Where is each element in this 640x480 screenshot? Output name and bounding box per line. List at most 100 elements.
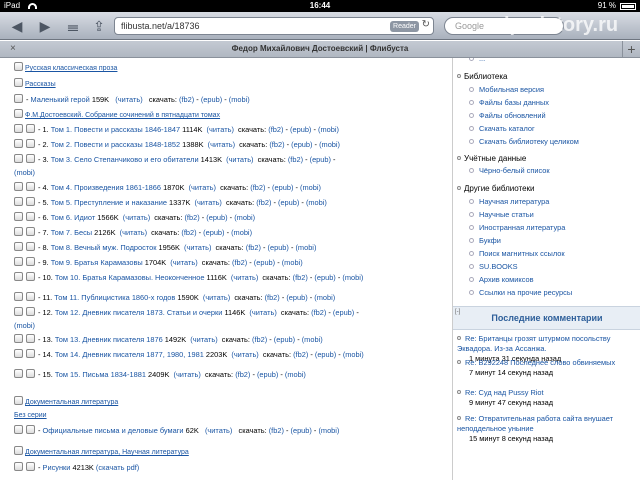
- epub-link[interactable]: (epub): [278, 198, 299, 207]
- read-link[interactable]: (читать): [189, 183, 216, 192]
- checkbox[interactable]: [14, 62, 23, 71]
- checkbox[interactable]: [26, 369, 35, 378]
- epub-link[interactable]: (epub): [257, 370, 278, 379]
- mobi-link[interactable]: (mobi): [314, 293, 335, 302]
- epub-link[interactable]: (epub): [203, 228, 224, 237]
- address-bar[interactable]: flibusta.net/a/18736 Reader ↻: [114, 17, 434, 35]
- checkbox[interactable]: [14, 462, 23, 471]
- book-title-link[interactable]: Маленький герой: [31, 95, 90, 104]
- checkbox[interactable]: [26, 197, 35, 206]
- fb2-link[interactable]: (fb2): [265, 293, 280, 302]
- checkbox[interactable]: [26, 227, 35, 236]
- read-link[interactable]: (читать): [195, 198, 222, 207]
- checkbox[interactable]: [14, 154, 23, 163]
- book-icon[interactable]: 𝍢: [62, 16, 84, 36]
- tab-title[interactable]: Федор Михайлович Достоевский | Флибуста: [0, 44, 640, 53]
- mobi-link[interactable]: (mobi): [282, 258, 303, 267]
- mobi-link[interactable]: (mobi): [234, 213, 255, 222]
- mobi-link[interactable]: (mobi): [229, 95, 250, 104]
- read-link[interactable]: (читать): [249, 308, 276, 317]
- read-link[interactable]: (читать): [184, 243, 211, 252]
- mobi-link[interactable]: (mobi): [300, 183, 321, 192]
- epub-link[interactable]: (epub): [333, 308, 354, 317]
- read-link[interactable]: (читать): [231, 273, 258, 282]
- checkbox[interactable]: [14, 227, 23, 236]
- comment-title-link[interactable]: Re: Британцы грозят штурмом посольству Э…: [457, 334, 639, 354]
- book-title-link[interactable]: Том 4. Произведения 1861-1866: [51, 183, 161, 192]
- sidebar-item[interactable]: Скачать библиотеку целиком: [469, 137, 579, 146]
- sidebar-item[interactable]: Научная литература: [469, 197, 549, 206]
- mobi-link[interactable]: (mobi): [231, 228, 252, 237]
- checkbox[interactable]: [14, 272, 23, 281]
- fb2-link[interactable]: (fb2): [269, 140, 284, 149]
- checkbox[interactable]: [14, 124, 23, 133]
- checkbox[interactable]: [14, 109, 23, 118]
- mobi-link[interactable]: (mobi): [318, 125, 339, 134]
- checkbox[interactable]: [26, 139, 35, 148]
- epub-link[interactable]: (epub): [201, 95, 222, 104]
- mobi-link[interactable]: (mobi): [343, 350, 364, 359]
- checkbox[interactable]: [14, 94, 23, 103]
- fb2-link[interactable]: (fb2): [268, 125, 283, 134]
- read-link[interactable]: (читать): [190, 335, 217, 344]
- forward-arrow-icon[interactable]: ▶: [34, 16, 56, 36]
- epub-link[interactable]: (epub): [286, 293, 307, 302]
- book-title-link[interactable]: Официальные письма и деловые бумаги: [43, 426, 184, 435]
- read-link[interactable]: (читать): [226, 155, 253, 164]
- checkbox[interactable]: [14, 212, 23, 221]
- read-link[interactable]: (читать): [120, 228, 147, 237]
- read-link[interactable]: (читать): [170, 258, 197, 267]
- mobi-link[interactable]: (mobi): [302, 335, 323, 344]
- epub-link[interactable]: (epub): [310, 155, 331, 164]
- epub-link[interactable]: (epub): [290, 125, 311, 134]
- genre-link[interactable]: Документальная литература, Научная литер…: [25, 449, 189, 456]
- fb2-link[interactable]: (fb2): [293, 350, 308, 359]
- book-title-link[interactable]: Том 6. Идиот: [51, 213, 95, 222]
- fb2-link[interactable]: (fb2): [235, 370, 250, 379]
- epub-link[interactable]: (epub): [315, 350, 336, 359]
- fb2-link[interactable]: (fb2): [311, 308, 326, 317]
- checkbox[interactable]: [14, 334, 23, 343]
- mobi-link[interactable]: (mobi): [318, 426, 339, 435]
- epub-link[interactable]: (epub): [272, 183, 293, 192]
- book-title-link[interactable]: Том 1. Повести и рассказы 1846-1847: [51, 125, 180, 134]
- checkbox[interactable]: [26, 349, 35, 358]
- read-link[interactable]: (читать): [173, 370, 200, 379]
- reader-button[interactable]: Reader: [390, 21, 419, 32]
- checkbox[interactable]: [26, 212, 35, 221]
- fb2-link[interactable]: (fb2): [250, 183, 265, 192]
- epub-link[interactable]: (epub): [268, 243, 289, 252]
- sidebar-item[interactable]: Иностранная литература: [469, 223, 565, 232]
- read-link[interactable]: (читать): [203, 293, 230, 302]
- checkbox[interactable]: [26, 257, 35, 266]
- mobi-link[interactable]: (mobi): [14, 321, 35, 330]
- mobi-link[interactable]: (mobi): [295, 243, 316, 252]
- sidebar-item[interactable]: Мобильная версия: [469, 85, 544, 94]
- checkbox[interactable]: [26, 272, 35, 281]
- sidebar-item[interactable]: Научные статьи: [469, 210, 534, 219]
- back-arrow-icon[interactable]: ◀: [6, 16, 28, 36]
- comment-title-link[interactable]: Re: Отвратительная работа сайта внушает …: [457, 414, 639, 434]
- mobi-link[interactable]: (mobi): [285, 370, 306, 379]
- checkbox[interactable]: [26, 242, 35, 251]
- comment-title-link[interactable]: Re: B292248 Последнее слово обвиняемых: [457, 358, 639, 368]
- checkbox[interactable]: [14, 396, 23, 405]
- book-title-link[interactable]: Том 10. Братья Карамазовы. Неоконченное: [55, 273, 205, 282]
- checkbox[interactable]: [14, 292, 23, 301]
- fb2-link[interactable]: (fb2): [293, 273, 308, 282]
- epub-link[interactable]: (epub): [274, 335, 295, 344]
- checkbox[interactable]: [14, 78, 23, 87]
- read-link[interactable]: (читать): [231, 350, 258, 359]
- checkbox[interactable]: [26, 182, 35, 191]
- epub-link[interactable]: (epub): [291, 140, 312, 149]
- new-tab-button[interactable]: +: [622, 41, 640, 58]
- epub-link[interactable]: (epub): [291, 426, 312, 435]
- epub-link[interactable]: (epub): [206, 213, 227, 222]
- book-title-link[interactable]: Том 8. Вечный муж. Подросток: [51, 243, 157, 252]
- genre-link[interactable]: Русская классическая проза: [25, 65, 117, 72]
- read-link[interactable]: (читать): [205, 426, 232, 435]
- fb2-link[interactable]: (fb2): [184, 213, 199, 222]
- book-title-link[interactable]: Том 13. Дневник писателя 1876: [55, 335, 163, 344]
- sidebar-item[interactable]: Поиск магнитных ссылок: [469, 249, 565, 258]
- sidebar-item[interactable]: Ссылки на прочие ресурсы: [469, 288, 572, 297]
